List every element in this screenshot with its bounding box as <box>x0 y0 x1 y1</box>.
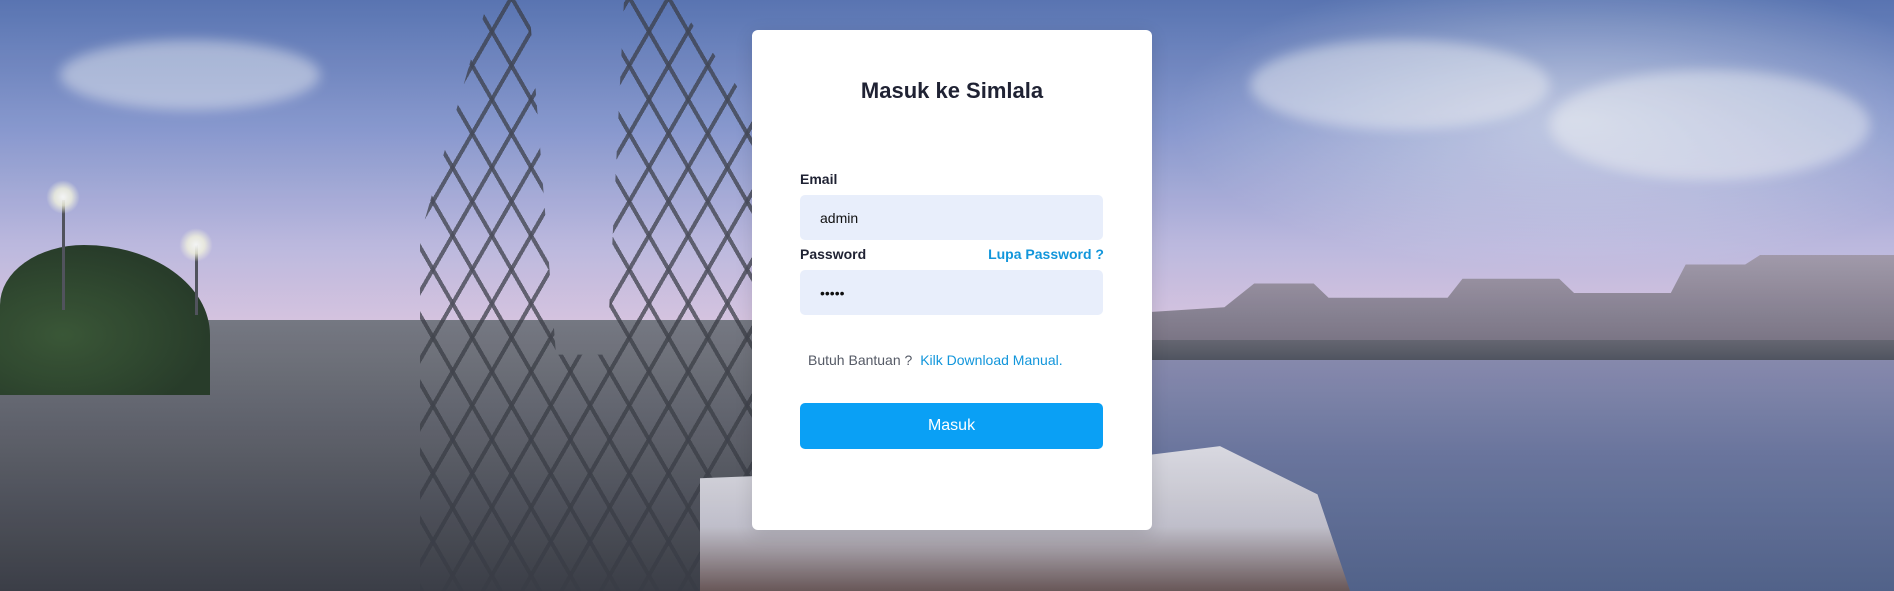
page-title: Masuk ke Simlala <box>860 78 1044 103</box>
email-field[interactable] <box>800 195 1103 240</box>
login-card: Masuk ke Simlala Email Password Lupa Pas… <box>752 30 1152 530</box>
help-row: Butuh Bantuan ? Kilk Download Manual. <box>808 352 1063 368</box>
password-field[interactable] <box>800 270 1103 315</box>
email-label: Email <box>800 171 838 187</box>
forgot-password-link[interactable]: Lupa Password ? <box>988 246 1104 262</box>
login-button[interactable]: Masuk <box>800 403 1103 449</box>
password-label: Password <box>800 246 867 262</box>
download-manual-link[interactable]: Kilk Download Manual. <box>920 352 1062 368</box>
login-page: Masuk ke Simlala Email Password Lupa Pas… <box>0 0 1894 591</box>
help-text: Butuh Bantuan ? <box>808 352 913 368</box>
